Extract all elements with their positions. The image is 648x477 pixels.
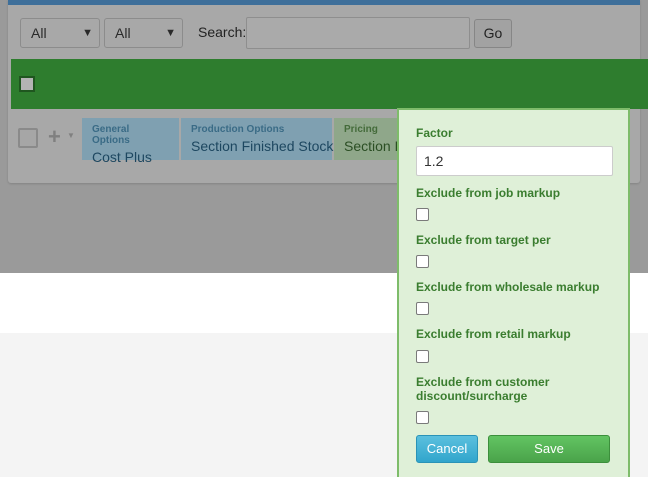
tag-category: Production Options xyxy=(191,124,285,135)
caret-down-icon[interactable]: ▼ xyxy=(67,131,75,140)
cancel-button[interactable]: Cancel xyxy=(416,435,478,463)
tag-value: Section Finished Stock xyxy=(191,138,334,154)
plus-icon[interactable]: + xyxy=(48,124,61,150)
tag-value: Cost Plus xyxy=(92,149,152,165)
select-all-checkbox[interactable] xyxy=(19,76,35,92)
chevron-down-icon: ▼ xyxy=(165,27,176,39)
exclude-customer-discount-label: Exclude from customer discount/surcharge xyxy=(416,375,550,403)
tag-category: Pricing xyxy=(344,124,378,135)
option-tag-production: Production Options Section Finished Stoc… xyxy=(181,118,334,160)
search-input[interactable] xyxy=(246,17,470,49)
filter-select-1-value: All xyxy=(31,25,47,41)
chevron-down-icon: ▼ xyxy=(82,27,93,39)
search-label: Search: xyxy=(198,24,247,40)
tag-category: General Options xyxy=(92,124,130,146)
tag-value: Section F xyxy=(344,138,404,154)
row-checkbox[interactable] xyxy=(18,128,38,148)
exclude-retail-markup-label: Exclude from retail markup xyxy=(416,327,571,341)
filter-select-2-value: All xyxy=(115,25,131,41)
exclude-retail-markup-checkbox[interactable] xyxy=(416,350,429,363)
exclude-job-markup-checkbox[interactable] xyxy=(416,208,429,221)
exclude-target-per-checkbox[interactable] xyxy=(416,255,429,268)
panel-top-strip xyxy=(8,0,640,5)
save-button[interactable]: Save xyxy=(488,435,610,463)
table-header-bar xyxy=(11,59,648,109)
option-tag-pricing: Pricing Section F xyxy=(334,118,404,160)
filter-select-2[interactable]: All ▼ xyxy=(104,18,183,48)
filter-select-1[interactable]: All ▼ xyxy=(20,18,100,48)
exclude-job-markup-label: Exclude from job markup xyxy=(416,186,561,200)
exclude-target-per-label: Exclude from target per xyxy=(416,233,551,247)
factor-label: Factor xyxy=(416,126,453,140)
go-button[interactable]: Go xyxy=(474,19,512,48)
factor-input[interactable] xyxy=(416,146,613,176)
pricing-popover: Factor Exclude from job markup Exclude f… xyxy=(397,108,630,477)
option-tag-general: General Options Cost Plus xyxy=(82,118,179,165)
exclude-wholesale-markup-checkbox[interactable] xyxy=(416,302,429,315)
exclude-customer-discount-checkbox[interactable] xyxy=(416,411,429,424)
exclude-wholesale-markup-label: Exclude from wholesale markup xyxy=(416,280,600,294)
